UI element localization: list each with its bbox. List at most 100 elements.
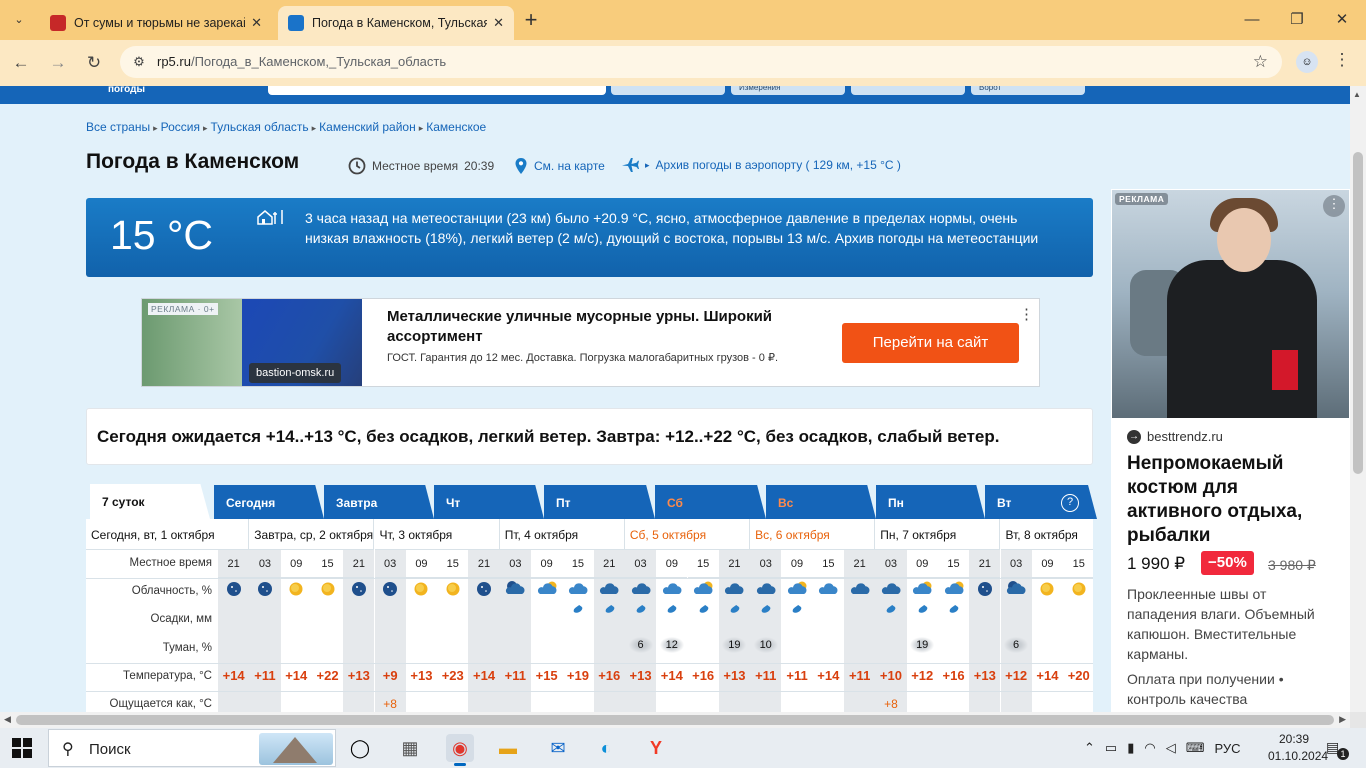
strip-control-1[interactable]	[611, 86, 725, 95]
forecast-tab[interactable]: 7 суток	[90, 484, 210, 519]
day-header[interactable]: Пт, 4 октября	[499, 519, 625, 550]
cloud-weather-icon[interactable]	[567, 579, 589, 599]
bookmark-star-icon[interactable]: ☆	[1253, 52, 1268, 72]
sun-cloud-weather-icon[interactable]	[786, 579, 808, 599]
breadcrumb-item[interactable]: Каменское	[426, 120, 486, 134]
forecast-tab[interactable]: Сегодня	[214, 485, 324, 519]
moon-weather-icon[interactable]	[379, 579, 401, 599]
banner-ad[interactable]: РЕКЛАМА · 0+ bastion-omsk.ru Металлическ…	[141, 298, 1040, 387]
cloud-weather-icon[interactable]	[661, 579, 683, 599]
moon-weather-icon[interactable]	[473, 579, 495, 599]
forecast-tab[interactable]: Чт	[434, 485, 544, 519]
ad-headline[interactable]: Металлические уличные мусорные урны. Шир…	[387, 307, 817, 347]
cloud-night-weather-icon[interactable]	[723, 579, 745, 599]
scrollbar-thumb[interactable]	[1353, 152, 1363, 474]
login-field[interactable]: Ворот	[971, 86, 1085, 95]
keyboard-icon[interactable]: ⌨	[1186, 740, 1205, 756]
site-search-input[interactable]	[268, 86, 606, 95]
scroll-up-icon[interactable]: ▲	[1353, 90, 1361, 99]
forecast-tab[interactable]: Вс	[766, 485, 876, 519]
forecast-tab[interactable]: Завтра	[324, 485, 434, 519]
day-header[interactable]: Завтра, ср, 2 октября	[249, 519, 375, 550]
sun-cloud-weather-icon[interactable]	[911, 579, 933, 599]
ad-domain[interactable]: → besttrendz.ru	[1127, 429, 1223, 444]
map-link-label[interactable]: См. на карте	[534, 159, 605, 173]
taskbar-search-input[interactable]: ⚲ Поиск	[48, 729, 336, 767]
airport-archive-label[interactable]: Архив погоды в аэропорту ( 129 км, +15 °…	[656, 158, 901, 172]
sun-cloud-weather-icon[interactable]	[943, 579, 965, 599]
forecast-tab[interactable]: Пн	[876, 485, 985, 519]
sun-cloud-weather-icon[interactable]	[692, 579, 714, 599]
close-tab-icon[interactable]: ✕	[251, 15, 262, 31]
forecast-tab[interactable]: Вт	[985, 485, 1097, 519]
sun-weather-icon[interactable]	[442, 579, 464, 599]
moon-weather-icon[interactable]	[223, 579, 245, 599]
moon-cloud-weather-icon[interactable]	[1005, 579, 1027, 599]
back-arrow-icon[interactable]: ←	[10, 52, 32, 74]
cloud-night-weather-icon[interactable]	[598, 579, 620, 599]
cloud-night-weather-icon[interactable]	[880, 579, 902, 599]
moon-cloud-weather-icon[interactable]	[504, 579, 526, 599]
units-select[interactable]: Измерения	[731, 86, 845, 95]
taskbar-clock[interactable]: 20:39 01.10.2024	[1268, 731, 1328, 765]
current-weather-description[interactable]: 3 часа назад на метеостанции (23 км) был…	[305, 208, 1065, 248]
help-icon[interactable]: ?	[1061, 494, 1079, 512]
ad-menu-icon[interactable]: ⋮	[1019, 305, 1034, 323]
notifications-icon[interactable]: ▤ 1	[1326, 739, 1349, 760]
yandex-browser-icon[interactable]: Y	[642, 734, 670, 762]
browser-tab-1[interactable]: От сумы и тюрьмы не зарекайся ✕	[40, 6, 272, 40]
profile-avatar-icon[interactable]: ☺	[1296, 51, 1318, 73]
windows-start-icon[interactable]	[12, 738, 32, 758]
ad-goto-site-button[interactable]: Перейти на сайт	[842, 323, 1019, 363]
browser-menu-icon[interactable]: ⋮	[1332, 50, 1352, 74]
ad-domain[interactable]: bastion-omsk.ru	[249, 363, 342, 383]
day-header[interactable]: Вт, 8 октября	[1000, 519, 1093, 550]
breadcrumb-item[interactable]: Каменский район	[319, 120, 416, 134]
day-header[interactable]: Чт, 3 октября	[374, 519, 500, 550]
moon-weather-icon[interactable]	[254, 579, 276, 599]
close-tab-icon[interactable]: ✕	[493, 15, 504, 31]
horizontal-scrollbar[interactable]: ◀ ▶	[0, 712, 1350, 728]
language-indicator[interactable]: РУС	[1214, 741, 1240, 756]
scrollbar-thumb[interactable]	[16, 715, 1334, 725]
weather-station-icon[interactable]	[256, 208, 286, 226]
day-header[interactable]: Пн, 7 октября	[875, 519, 1001, 550]
device-icon[interactable]: ▭	[1105, 740, 1117, 756]
map-link[interactable]: См. на карте	[514, 157, 605, 175]
moon-weather-icon[interactable]	[348, 579, 370, 599]
sun-weather-icon[interactable]	[410, 579, 432, 599]
site-logo[interactable]: погоды	[108, 86, 145, 95]
minimize-button[interactable]: —	[1240, 8, 1264, 32]
forecast-tab[interactable]: Сб	[655, 485, 766, 519]
cloud-weather-icon[interactable]	[817, 579, 839, 599]
new-tab-button[interactable]: +	[520, 6, 542, 34]
file-explorer-icon[interactable]: ▬	[494, 734, 522, 762]
ad-menu-icon[interactable]: ⋮	[1323, 195, 1345, 217]
volume-icon[interactable]: ◁	[1166, 740, 1176, 756]
cloud-night-weather-icon[interactable]	[849, 579, 871, 599]
day-header[interactable]: Сб, 5 октября	[624, 519, 751, 550]
cloud-night-weather-icon[interactable]	[755, 579, 777, 599]
task-view-icon[interactable]: ◯	[346, 734, 374, 762]
day-header[interactable]: Сегодня, вт, 1 октября	[86, 519, 250, 550]
breadcrumb-item[interactable]: Тульская область	[211, 120, 309, 134]
scroll-right-icon[interactable]: ▶	[1339, 714, 1346, 725]
show-hidden-icons-icon[interactable]: ⌃	[1084, 740, 1095, 756]
vertical-scrollbar[interactable]: ▲	[1350, 86, 1366, 712]
cloud-night-weather-icon[interactable]	[630, 579, 652, 599]
calculator-icon[interactable]: ▦	[396, 734, 424, 762]
breadcrumb-item[interactable]: Россия	[161, 120, 200, 134]
sun-weather-icon[interactable]	[1068, 579, 1090, 599]
address-bar[interactable]: ⚙ rp5.ru/Погода_в_Каменском,_Тульская_об…	[120, 46, 1282, 78]
sun-weather-icon[interactable]	[317, 579, 339, 599]
sun-weather-icon[interactable]	[1036, 579, 1058, 599]
edge-icon[interactable]: ◐	[592, 734, 620, 762]
chrome-icon[interactable]: ◉	[446, 734, 474, 766]
sun-weather-icon[interactable]	[285, 579, 307, 599]
forward-arrow-icon[interactable]: →	[47, 52, 69, 74]
mail-icon[interactable]: ✉	[544, 734, 572, 762]
forecast-tab[interactable]: Пт	[544, 485, 655, 519]
close-window-button[interactable]: ✕	[1330, 8, 1354, 32]
strip-control-3[interactable]	[851, 86, 965, 95]
scroll-left-icon[interactable]: ◀	[4, 714, 11, 725]
